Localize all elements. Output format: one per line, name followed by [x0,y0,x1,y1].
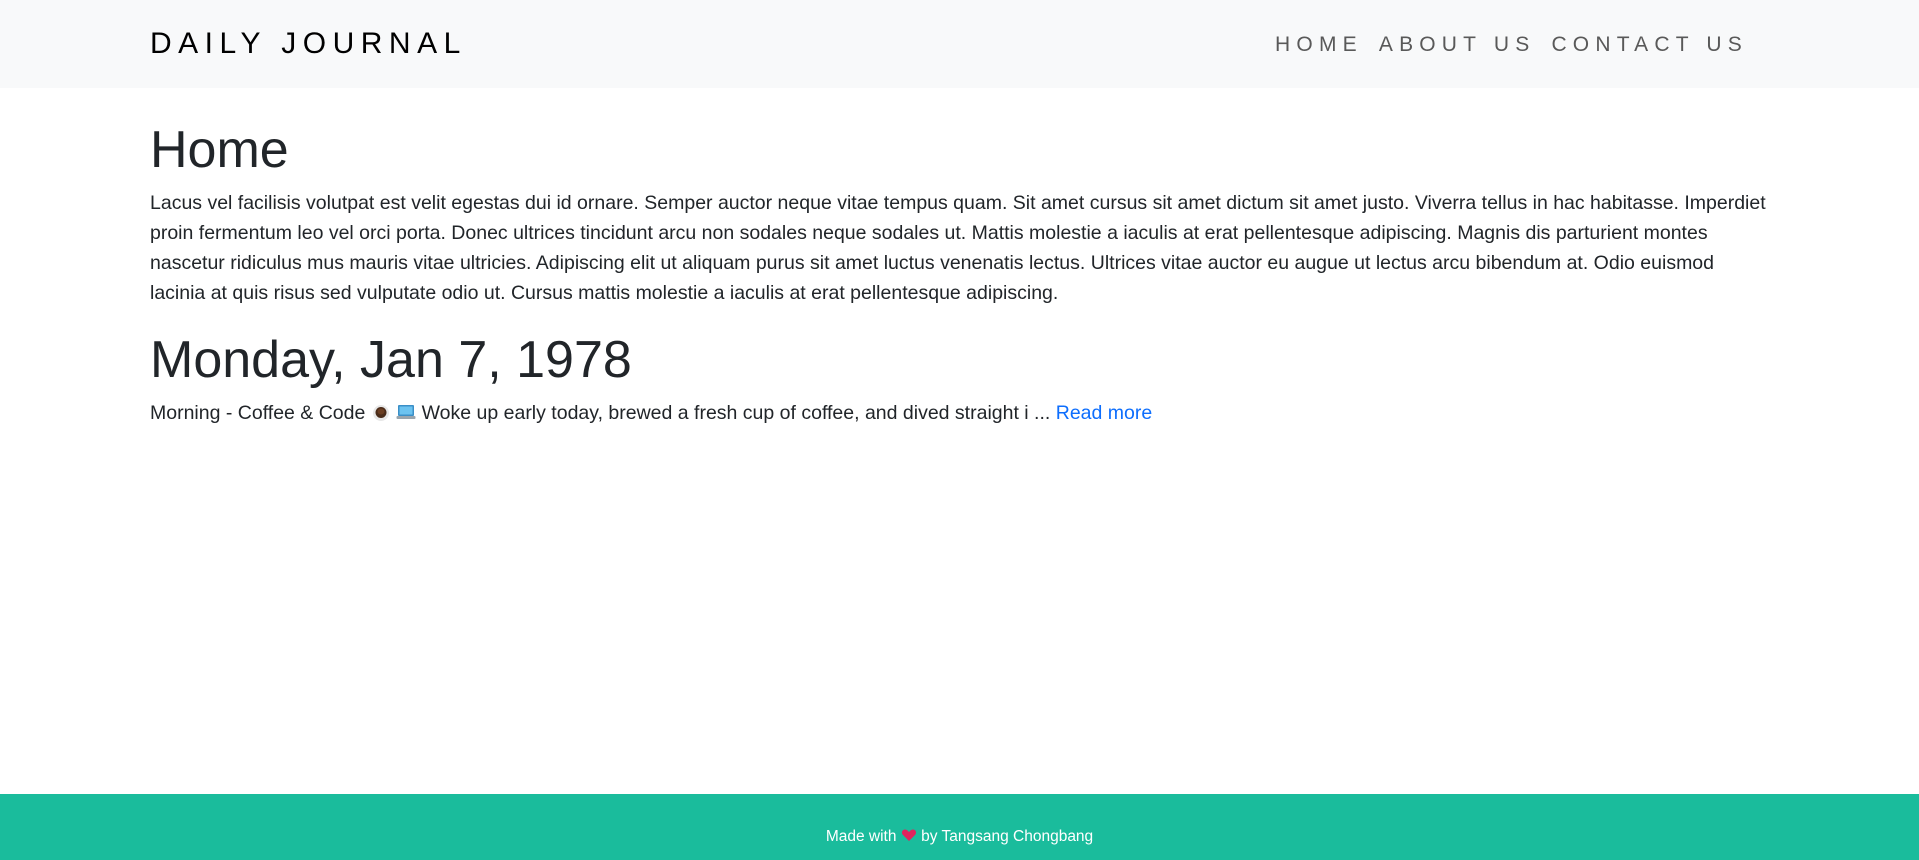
navbar: DAILY JOURNAL HOME ABOUT US CONTACT US [0,0,1919,88]
footer-author: by Tangsang Chongbang [921,828,1094,845]
nav-link-about-us[interactable]: ABOUT US [1363,31,1536,59]
brand-link[interactable]: DAILY JOURNAL [150,25,467,63]
footer-made-with: Made with [825,828,897,845]
post-date-heading: Monday, Jan 7, 1978 [150,331,632,389]
nav-link-home[interactable]: HOME [1275,31,1363,59]
excerpt-title: Morning - Coffee & Code [150,402,366,424]
footer: Made with by Tangsang Chongbang [0,794,1919,860]
intro-paragraph: Lacus vel facilisis volutpat est velit e… [150,192,1766,304]
read-more-link[interactable]: Read more [1056,402,1152,424]
footer-credit: Made with by Tangsang Chongbang [0,794,1919,847]
heart-icon [901,827,917,843]
nav-item-contact: CONTACT US [1535,31,1748,59]
main-content: Home Lacus vel facilisis volutpat est ve… [150,118,1770,428]
nav-item-about: ABOUT US [1363,31,1536,59]
nav-link-contact-us[interactable]: CONTACT US [1535,31,1748,59]
post-excerpt: Morning - Coffee & Code Woke up early to… [150,398,1770,428]
coffee-icon [371,401,391,421]
nav-item-home: HOME [1275,31,1363,59]
page-title: Home [150,121,289,179]
post-entry: Monday, Jan 7, 1978 Morning - Coffee & C… [150,328,1770,428]
laptop-icon [396,401,416,421]
excerpt-text: Woke up early today, brewed a fresh cup … [421,402,1051,424]
nav-menu: HOME ABOUT US CONTACT US [1275,31,1748,59]
